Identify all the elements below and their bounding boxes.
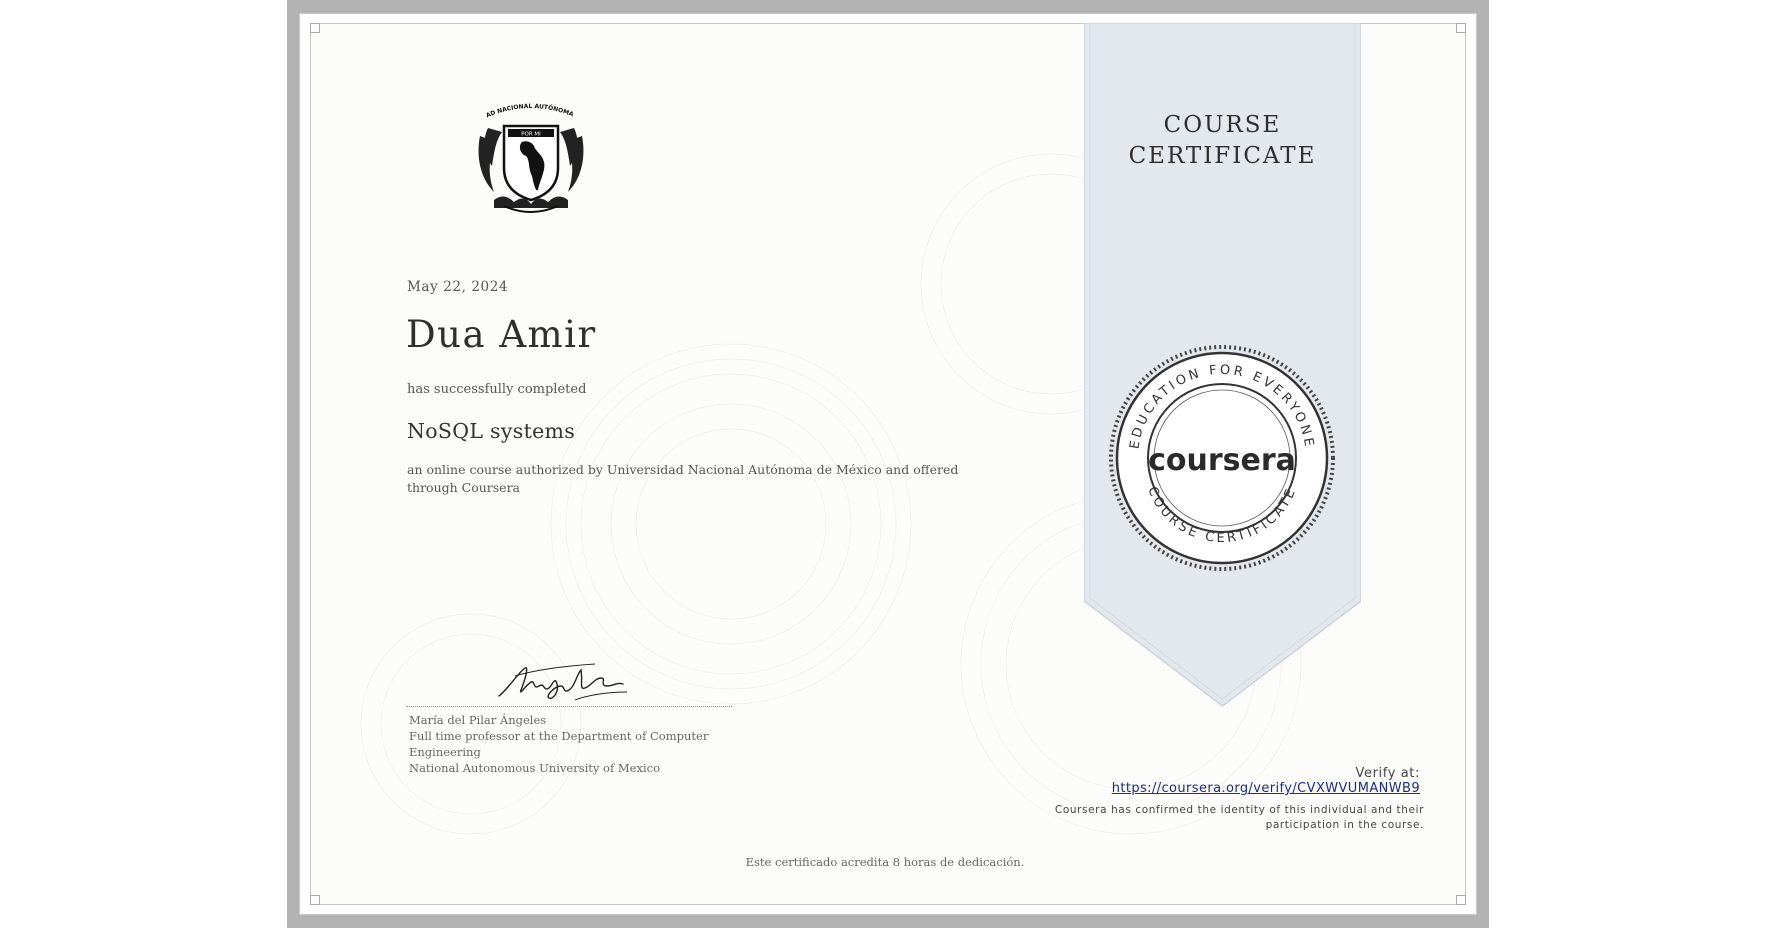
hours-note: Este certificado acredita 8 horas de ded… (745, 855, 1025, 869)
signer-info: María del Pilar Ángeles Full time profes… (409, 712, 729, 776)
ribbon-title: COURSE CERTIFICATE (1084, 110, 1361, 172)
corner-ornament (310, 23, 320, 33)
completion-statement: has successfully completed (407, 382, 587, 397)
corner-ornament (1456, 895, 1466, 905)
verify-note: Coursera has confirmed the identity of t… (1054, 804, 1424, 831)
signer-title: Full time professor at the Department of… (409, 729, 709, 759)
unam-logo: UNIVERSIDAD NACIONAL AUTÓNOMA DE MÉXICO … (474, 96, 584, 213)
course-description: an online course authorized by Universid… (407, 462, 959, 495)
coursera-wordmark: coursera (1148, 443, 1296, 478)
signer-institution: National Autonomous University of Mexico (409, 761, 660, 775)
signature-line (406, 706, 732, 707)
corner-ornament (1456, 23, 1466, 33)
corner-ornament (310, 895, 320, 905)
svg-text:UNIVERSIDAD NACIONAL AUTÓNOMA: UNIVERSIDAD NACIONAL AUTÓNOMA DE MÉXICO (474, 96, 576, 119)
svg-text:POR MI: POR MI (521, 132, 541, 138)
signature (498, 663, 628, 701)
signer-name: María del Pilar Ángeles (409, 713, 547, 727)
verify-label: Verify at: (1355, 766, 1420, 781)
completion-date: May 22, 2024 (407, 279, 509, 295)
ribbon-title-line1: COURSE (1163, 112, 1282, 138)
coursera-seal: EDUCATION FOR EVERYONE COURSE CERTIFICAT… (1109, 345, 1335, 571)
ribbon-title-line2: CERTIFICATE (1128, 143, 1317, 169)
recipient-name: Dua Amir (406, 313, 597, 356)
course-title: NoSQL systems (407, 419, 576, 443)
verify-link[interactable]: https://coursera.org/verify/CVXWVUMANWB9 (1080, 781, 1420, 796)
logo-caption: UNIVERSIDAD NACIONAL AUTÓNOMA DE MÉXICO (474, 96, 576, 119)
